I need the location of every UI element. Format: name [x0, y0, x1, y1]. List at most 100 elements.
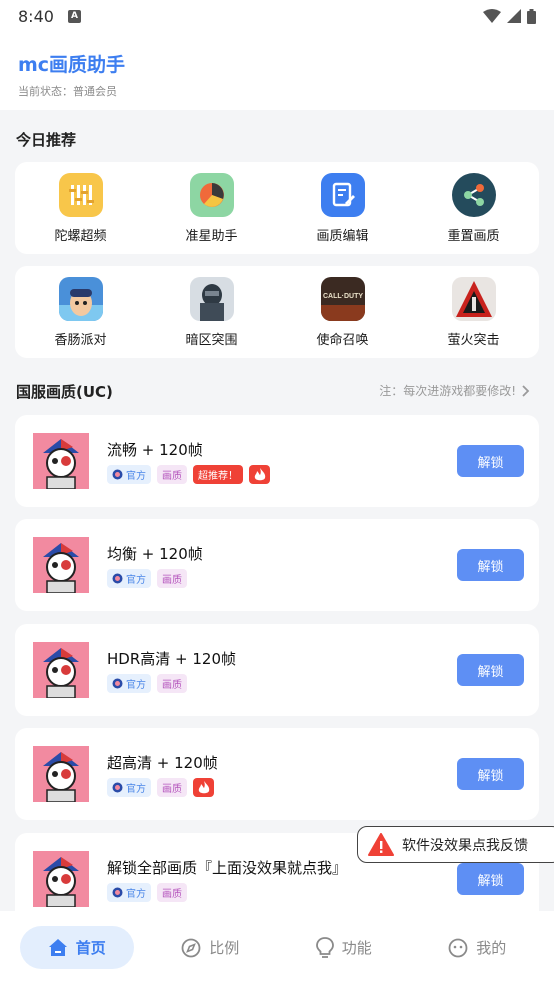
official-badge-icon: [112, 678, 123, 689]
jester-thumbnail: [33, 433, 89, 489]
recommend-tag: 超推荐！: [193, 465, 243, 484]
quality-tag: 画质: [157, 569, 187, 588]
preset-tags: 官方 画质: [107, 778, 214, 797]
feedback-text: 软件没效果点我反馈: [402, 837, 528, 854]
presets-section-title: 国服画质(UC): [16, 383, 113, 401]
game-label: 使命召唤: [316, 332, 369, 348]
tool-label: 陀螺超频: [54, 228, 107, 244]
preset-tags: 官方 画质 超推荐！: [107, 465, 270, 484]
tool-edit-quality[interactable]: 画质编辑: [288, 172, 398, 244]
game-call-of-duty[interactable]: CALL·DUTY 使命召唤: [288, 276, 398, 348]
unlock-button[interactable]: 解锁: [457, 758, 524, 790]
tool-label: 画质编辑: [316, 228, 369, 244]
nav-label: 比例: [209, 939, 240, 957]
app-header: mc画质助手 当前状态：普通会员: [0, 32, 554, 110]
official-tag: 官方: [107, 465, 151, 484]
official-tag: 官方: [107, 569, 151, 588]
compass-icon: [181, 938, 201, 957]
notice-link[interactable]: 注：每次进游戏都要修改!: [379, 382, 530, 399]
nav-profile[interactable]: 我的: [420, 926, 534, 969]
notification-badge-icon: A: [67, 9, 81, 23]
unlock-button[interactable]: 解锁: [457, 654, 524, 686]
tools-card: 陀螺超频 准星助手 画质编辑 重置画质: [15, 162, 539, 254]
nav-label: 我的: [476, 939, 507, 957]
official-tag-label: 官方: [126, 471, 146, 482]
preset-card[interactable]: 流畅 + 120帧 官方 画质 超推荐！ 解锁: [15, 415, 539, 507]
call-of-duty-icon: CALL·DUTY: [320, 276, 365, 321]
warning-icon: [368, 833, 394, 856]
nav-features[interactable]: 功能: [287, 926, 401, 969]
notice-text: 注：每次进游戏都要修改!: [379, 384, 516, 398]
preset-tags: 官方 画质: [107, 674, 187, 693]
preset-card[interactable]: 均衡 + 120帧 官方 画质 解锁: [15, 519, 539, 611]
wifi-icon: [483, 9, 501, 23]
game-label: 香肠派对: [54, 332, 107, 348]
jester-thumbnail: [33, 537, 89, 593]
jester-thumbnail: [33, 746, 89, 802]
tool-reset-quality[interactable]: 重置画质: [419, 172, 529, 244]
preset-card[interactable]: 超高清 + 120帧 官方 画质 解锁: [15, 728, 539, 820]
official-tag-label: 官方: [126, 575, 146, 586]
cod-logo-text: CALL·DUTY: [322, 293, 362, 300]
game-firefly[interactable]: 萤火突击: [419, 276, 529, 348]
quality-tag: 画质: [157, 883, 187, 902]
official-tag: 官方: [107, 883, 151, 902]
unlock-button[interactable]: 解锁: [457, 445, 524, 477]
game-label: 暗区突围: [185, 332, 238, 348]
game-arena-breakout[interactable]: 暗区突围: [157, 276, 267, 348]
game-label: 萤火突击: [447, 332, 500, 348]
membership-status: 当前状态：普通会员: [18, 85, 117, 98]
tool-crosshair[interactable]: 准星助手: [157, 172, 267, 244]
unlock-button[interactable]: 解锁: [457, 863, 524, 895]
today-section-title: 今日推荐: [16, 131, 77, 149]
official-tag: 官方: [107, 674, 151, 693]
share-icon: [451, 172, 496, 217]
official-badge-icon: [112, 469, 123, 480]
edit-icon: [320, 172, 365, 217]
quality-tag: 画质: [157, 674, 187, 693]
games-card: 香肠派对 暗区突围 CALL·DUTY 使命召唤 萤火突击: [15, 266, 539, 358]
game-sausage-party[interactable]: 香肠派对: [26, 276, 136, 348]
official-badge-icon: [112, 782, 123, 793]
official-tag-label: 官方: [126, 889, 146, 900]
home-icon: [48, 939, 67, 956]
nav-label: 功能: [341, 939, 372, 957]
crosshair-icon: [189, 172, 234, 217]
sausage-party-icon: [58, 276, 103, 321]
jester-thumbnail: [33, 642, 89, 698]
lightbulb-icon: [315, 936, 334, 958]
preset-title: HDR高清 + 120帧: [107, 650, 236, 668]
official-tag: 官方: [107, 778, 151, 797]
preset-title: 流畅 + 120帧: [107, 441, 203, 459]
nav-ratio[interactable]: 比例: [153, 926, 267, 969]
fire-icon: [193, 778, 214, 797]
preset-title: 解锁全部画质『上面没效果就点我』: [107, 859, 348, 877]
arena-breakout-icon: [189, 276, 234, 321]
preset-title: 超高清 + 120帧: [107, 754, 218, 772]
firefly-icon: [451, 276, 496, 321]
tool-label: 准星助手: [185, 228, 238, 244]
official-badge-icon: [112, 887, 123, 898]
battery-icon: [527, 8, 536, 24]
status-bar: 8:40 A: [0, 0, 554, 32]
official-tag-label: 官方: [126, 680, 146, 691]
chevron-right-icon: [522, 384, 530, 397]
bottom-nav: 首页 比例 功能 我的: [0, 911, 554, 984]
official-badge-icon: [112, 573, 123, 584]
face-icon: [448, 938, 468, 957]
status-time: 8:40: [18, 6, 54, 26]
feedback-toast[interactable]: 软件没效果点我反馈: [357, 826, 554, 863]
preset-tags: 官方 画质: [107, 569, 187, 588]
preset-card[interactable]: HDR高清 + 120帧 官方 画质 解锁: [15, 624, 539, 716]
jester-thumbnail: [33, 851, 89, 907]
unlock-button[interactable]: 解锁: [457, 549, 524, 581]
nav-home[interactable]: 首页: [19, 926, 134, 969]
official-tag-label: 官方: [126, 784, 146, 795]
tool-label: 重置画质: [447, 228, 500, 244]
tool-gyroscope[interactable]: 陀螺超频: [26, 172, 136, 244]
app-title: mc画质助手: [18, 54, 126, 76]
signal-icon: [507, 9, 521, 23]
quality-tag: 画质: [157, 465, 187, 484]
preset-title: 均衡 + 120帧: [107, 545, 203, 563]
nav-label: 首页: [75, 939, 106, 957]
